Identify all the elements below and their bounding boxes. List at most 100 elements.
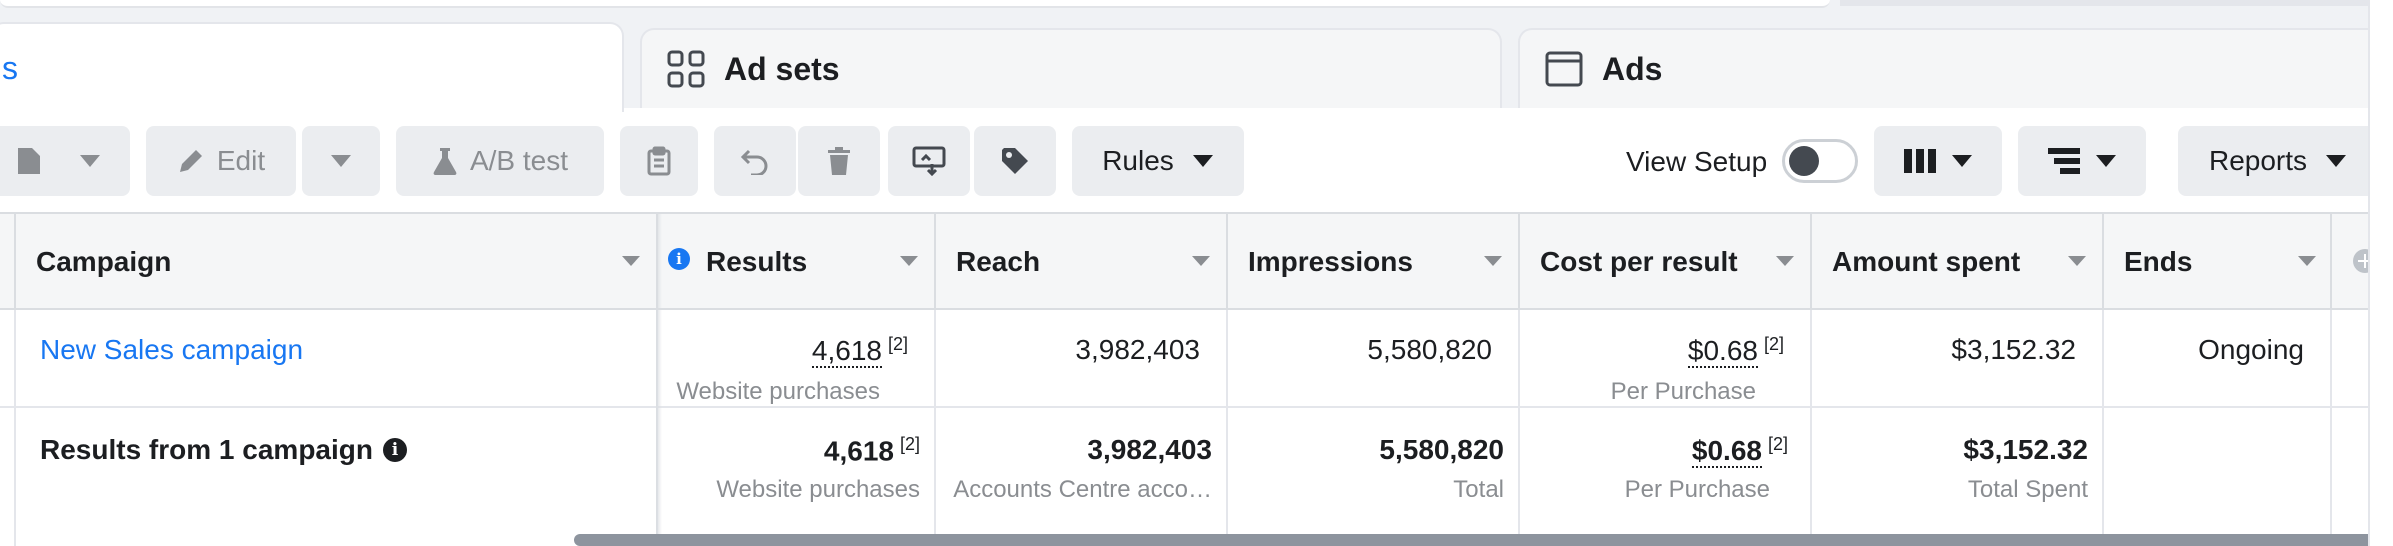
duplicate-icon — [18, 148, 40, 174]
view-setup-toggle[interactable] — [1782, 139, 1858, 183]
results-number: 4,618 — [811, 335, 882, 369]
chevron-down-icon — [1192, 155, 1213, 167]
ad-sets-grid-icon — [666, 49, 706, 89]
flask-icon — [433, 148, 457, 175]
rules-button-label: Rules — [1102, 145, 1174, 176]
tab-ads-label: Ads — [1602, 50, 1663, 87]
sort-caret-icon[interactable] — [622, 256, 640, 266]
undo-button[interactable] — [714, 126, 796, 196]
header-ends-label: Ends — [2124, 246, 2193, 277]
totals-impressions-sub: Total — [1453, 476, 1504, 503]
sort-caret-icon[interactable] — [2298, 256, 2316, 266]
totals-amount-sub: Total Spent — [1967, 476, 2088, 503]
tag-button[interactable] — [974, 126, 1056, 196]
header-reach[interactable]: Reach — [936, 214, 1228, 308]
header-amount-spent[interactable]: Amount spent — [1812, 214, 2104, 308]
delete-button[interactable] — [798, 126, 880, 196]
cost-sub: Per Purchase — [1610, 378, 1756, 405]
sort-caret-icon[interactable] — [1192, 256, 1210, 266]
right-edge — [2368, 0, 2393, 546]
cost-value[interactable]: $0.68 [2] — [1687, 334, 1784, 369]
header-results[interactable]: i Results — [660, 214, 936, 308]
results-sub: Website purchases — [676, 378, 880, 405]
trash-icon — [828, 147, 850, 175]
duplicate-dropdown-button[interactable] — [50, 126, 130, 196]
tab-ad-sets-label: Ad sets — [724, 50, 840, 87]
compare-button[interactable] — [888, 126, 970, 196]
totals-ends-cell — [2104, 408, 2332, 546]
top-edge-strip — [0, 0, 1830, 8]
totals-results-value: 4,618 [2] — [824, 434, 920, 467]
tab-campaigns[interactable]: s — [0, 22, 624, 112]
sort-caret-icon[interactable] — [1776, 256, 1794, 266]
sort-caret-icon[interactable] — [1484, 256, 1502, 266]
sort-caret-icon[interactable] — [2068, 256, 2086, 266]
totals-cost-cell: $0.68 [2] Per Purchase — [1520, 408, 1812, 546]
totals-label-text: Results from 1 campaign — [40, 434, 373, 465]
tab-ad-sets[interactable]: Ad sets — [640, 28, 1502, 108]
totals-impressions-cell: 5,580,820 Total — [1228, 408, 1520, 546]
amount-spent-cell: $3,152.32 — [1812, 310, 2104, 406]
tag-icon — [1002, 148, 1028, 174]
rules-button[interactable]: Rules — [1072, 126, 1244, 196]
totals-results-note: [2] — [899, 434, 920, 454]
impressions-value: 5,580,820 — [1367, 334, 1492, 365]
chevron-down-icon — [2326, 155, 2347, 167]
results-value[interactable]: 4,618 [2] — [811, 334, 908, 369]
columns-button[interactable] — [1874, 126, 2002, 196]
header-amount-spent-label: Amount spent — [1832, 246, 2021, 277]
totals-results-cell: 4,618 [2] Website purchases — [660, 408, 936, 546]
header-select-cell — [0, 214, 16, 308]
header-impressions[interactable]: Impressions — [1228, 214, 1520, 308]
totals-reach-sub: Accounts Centre acco… — [953, 476, 1212, 503]
totals-cost-sub: Per Purchase — [1624, 476, 1770, 503]
totals-amount-cell: $3,152.32 Total Spent — [1812, 408, 2104, 546]
info-icon[interactable]: i — [382, 438, 407, 462]
ads-window-icon — [1544, 49, 1584, 89]
edit-button[interactable]: Edit — [146, 126, 296, 196]
header-reach-label: Reach — [956, 246, 1041, 277]
undo-icon — [740, 149, 768, 175]
campaigns-table: Campaign i Results Reach Impressions Cos… — [0, 214, 2393, 546]
toolbar: Edit A/B test Rules View Setup Reports — [0, 108, 2393, 214]
cost-number: $0.68 — [1687, 335, 1758, 369]
tab-campaigns-label: s — [2, 49, 18, 86]
clipboard-icon — [647, 146, 671, 176]
header-impressions-label: Impressions — [1248, 246, 1413, 277]
totals-select-cell — [0, 408, 16, 546]
row-select-cell[interactable] — [0, 310, 16, 406]
totals-label: Results from 1 campaign i — [40, 434, 407, 466]
sort-caret-icon[interactable] — [900, 256, 918, 266]
reports-button[interactable]: Reports — [2178, 126, 2378, 196]
frozen-column-divider — [656, 214, 662, 546]
clipboard-button[interactable] — [620, 126, 698, 196]
table-header-row: Campaign i Results Reach Impressions Cos… — [0, 214, 2393, 310]
totals-cost-note: [2] — [1767, 434, 1788, 454]
edit-dropdown-button[interactable] — [302, 126, 380, 196]
tab-ads[interactable]: Ads — [1518, 28, 2388, 108]
totals-results-sub: Website purchases — [716, 476, 920, 503]
impressions-cell: 5,580,820 — [1228, 310, 1520, 406]
chevron-down-icon — [2096, 155, 2116, 167]
amount-spent-value: $3,152.32 — [1951, 334, 2076, 365]
header-ends[interactable]: Ends — [2104, 214, 2332, 308]
breakdown-button[interactable] — [2018, 126, 2146, 196]
totals-label-cell: Results from 1 campaign i — [16, 408, 658, 546]
results-cell: 4,618 [2] Website purchases — [660, 310, 936, 406]
header-cost-per-result[interactable]: Cost per result — [1520, 214, 1812, 308]
columns-icon — [1904, 149, 1936, 173]
header-campaign[interactable]: Campaign — [16, 214, 658, 308]
tab-bar: s Ad sets Ads — [0, 0, 2393, 112]
cost-note: [2] — [1763, 334, 1784, 354]
totals-cost-value[interactable]: $0.68 [2] — [1691, 434, 1788, 469]
campaign-name-link[interactable]: New Sales campaign — [40, 334, 303, 366]
ab-test-button-label: A/B test — [469, 145, 569, 176]
info-icon[interactable]: i — [668, 248, 690, 270]
horizontal-scrollbar[interactable] — [574, 534, 2393, 546]
table-row[interactable]: New Sales campaign 4,618 [2] Website purc… — [0, 310, 2393, 408]
campaign-cell: New Sales campaign — [16, 310, 658, 406]
breakdown-icon — [2048, 148, 2080, 174]
ends-cell: Ongoing — [2104, 310, 2332, 406]
cost-per-result-cell: $0.68 [2] Per Purchase — [1520, 310, 1812, 406]
ab-test-button[interactable]: A/B test — [396, 126, 604, 196]
